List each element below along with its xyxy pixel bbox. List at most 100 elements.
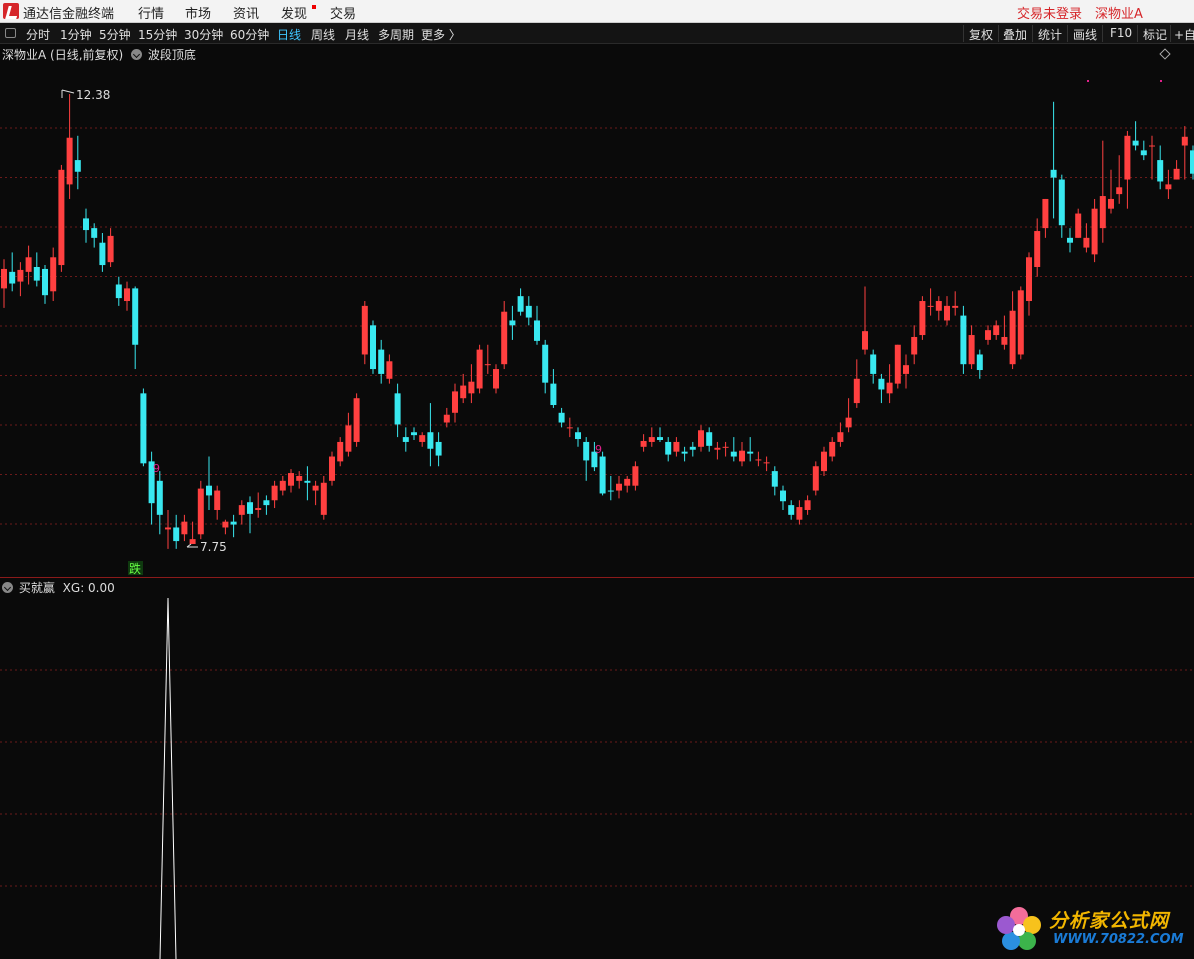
candle-body xyxy=(1116,187,1123,195)
watermark-title: 分析家公式网 xyxy=(1049,910,1170,932)
candle-body xyxy=(329,456,335,481)
candle-body xyxy=(673,441,680,452)
overlay-button[interactable]: 叠加 xyxy=(1003,26,1027,43)
candle-body xyxy=(952,305,959,308)
candle-body xyxy=(665,441,672,455)
candle-body xyxy=(722,446,729,448)
candle-body xyxy=(698,430,704,447)
candle-body xyxy=(99,242,106,266)
candle-body xyxy=(616,483,622,491)
period-tab-30min[interactable]: 30分钟 xyxy=(184,26,223,43)
candle-body xyxy=(247,502,253,514)
candle-body xyxy=(238,505,245,515)
candle-body xyxy=(345,425,352,452)
candle-body xyxy=(632,466,639,486)
watermark: 分析家公式网 WWW.70822.COM xyxy=(993,903,1189,955)
candle-body xyxy=(501,311,508,365)
candle-body xyxy=(993,325,1000,336)
candle-body xyxy=(599,456,606,494)
candle-body xyxy=(870,354,877,374)
sidebar-toggle-icon[interactable] xyxy=(5,28,16,38)
candle-body xyxy=(279,480,286,491)
candle-body xyxy=(263,500,270,506)
candle-body xyxy=(968,335,975,365)
candle-body xyxy=(1009,310,1016,365)
candle-body xyxy=(935,301,942,311)
candle-body xyxy=(386,361,393,379)
period-tab-weekly[interactable]: 周线 xyxy=(311,26,335,43)
candle-body xyxy=(197,488,204,535)
period-tab-1min[interactable]: 1分钟 xyxy=(60,26,92,43)
draw-line-button[interactable]: 画线 xyxy=(1073,26,1097,43)
statistics-button[interactable]: 统计 xyxy=(1038,26,1062,43)
low-price-label: 7.75 xyxy=(200,540,227,554)
candle-body xyxy=(862,331,868,350)
toolbar-divider xyxy=(1032,25,1033,42)
candle-body xyxy=(837,432,844,442)
candle-body xyxy=(132,288,139,345)
signal-count-label: 9 xyxy=(595,443,602,456)
menu-discover[interactable]: 发现 xyxy=(281,3,307,22)
candle-body xyxy=(1124,135,1131,180)
candle-body xyxy=(402,437,409,442)
candle-body xyxy=(558,412,565,423)
toolbar-divider xyxy=(998,25,999,42)
menu-market-quotes[interactable]: 行情 xyxy=(138,3,164,22)
login-status-link[interactable]: 交易未登录 xyxy=(1017,3,1082,22)
candle-body xyxy=(394,393,401,425)
candle-body xyxy=(976,354,983,371)
candle-body xyxy=(886,382,893,394)
candle-body xyxy=(894,344,901,384)
candle-body xyxy=(1108,198,1114,209)
period-tab-60min[interactable]: 60分钟 xyxy=(230,26,269,43)
candle-body xyxy=(566,427,573,429)
candle-body xyxy=(271,485,278,501)
candle-body xyxy=(476,349,483,389)
magenta-marker xyxy=(1160,80,1162,82)
candle-body xyxy=(337,441,344,462)
candle-body xyxy=(689,446,696,450)
menu-trade[interactable]: 交易 xyxy=(330,3,356,22)
period-tab-daily[interactable]: 日线 xyxy=(277,26,301,43)
candlestick-chart[interactable]: 12.38 7.75 9 9 跌 xyxy=(0,44,1194,576)
period-tab-5min[interactable]: 5分钟 xyxy=(99,26,131,43)
candle-body xyxy=(17,269,24,282)
candle-body xyxy=(607,490,614,492)
candle-body xyxy=(1067,237,1073,243)
indicator-chart[interactable] xyxy=(0,578,1194,959)
candle-body xyxy=(788,505,795,515)
candle-body xyxy=(74,160,81,172)
candle-body xyxy=(796,507,803,520)
candle-body xyxy=(755,459,762,461)
candle-body xyxy=(714,447,721,450)
candle-body xyxy=(468,381,475,394)
candle-body xyxy=(484,364,491,366)
candle-body xyxy=(206,485,212,496)
period-tab-more[interactable]: 更多 〉 xyxy=(421,26,461,43)
candle-body xyxy=(648,437,655,442)
candle-body xyxy=(25,257,32,272)
period-tab-multi[interactable]: 多周期 xyxy=(378,26,414,43)
candle-body xyxy=(1042,198,1049,229)
menu-market[interactable]: 市场 xyxy=(185,3,211,22)
period-tab-15min[interactable]: 15分钟 xyxy=(138,26,177,43)
candle-body xyxy=(411,432,417,436)
candle-body xyxy=(181,521,188,535)
candle-body xyxy=(288,473,294,486)
candle-body xyxy=(435,441,442,456)
menu-news[interactable]: 资讯 xyxy=(233,3,259,22)
candle-body xyxy=(42,268,48,296)
candle-body xyxy=(1190,150,1194,174)
candle-body xyxy=(189,539,196,544)
period-tab-monthly[interactable]: 月线 xyxy=(345,26,369,43)
add-watchlist-button[interactable]: +自 xyxy=(1174,26,1194,43)
mark-button[interactable]: 标记 xyxy=(1143,26,1167,43)
candle-body xyxy=(1165,184,1172,190)
period-tab-intraday[interactable]: 分时 xyxy=(26,26,50,43)
candle-body xyxy=(1034,231,1041,268)
xg-signal-line xyxy=(159,597,177,959)
toolbar-divider xyxy=(1067,25,1068,42)
f10-button[interactable]: F10 xyxy=(1110,26,1132,40)
adjust-button[interactable]: 复权 xyxy=(969,26,993,43)
app-logo-icon xyxy=(3,3,19,19)
